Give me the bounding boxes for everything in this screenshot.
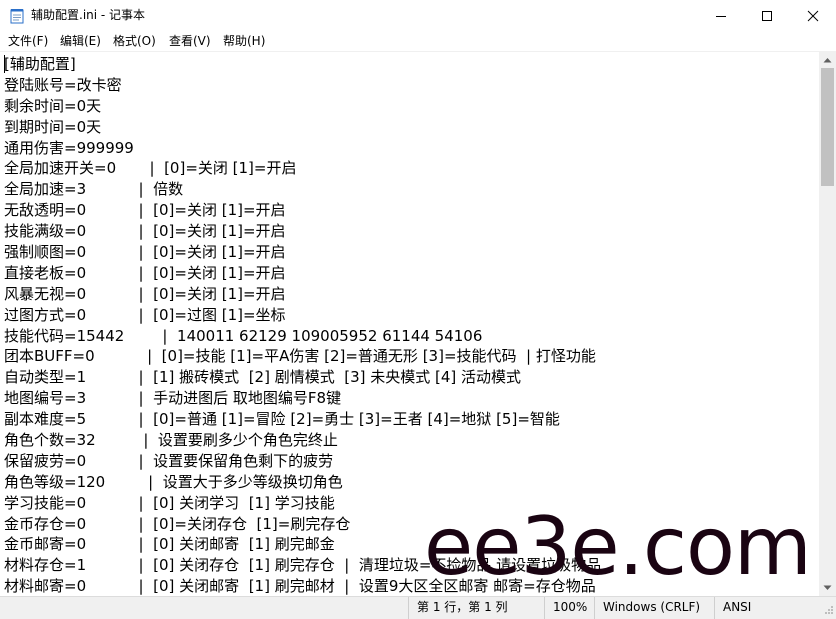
text-line: 登陆账号=改卡密 [4,75,122,94]
status-bar: 第 1 行，第 1 列 100% Windows (CRLF) ANSI [0,596,836,619]
line-ending: Windows (CRLF) [594,597,714,619]
maximize-button[interactable] [744,0,790,31]
text-line: 技能代码=15442 | 140011 62129 109005952 6114… [4,326,483,345]
text-line: 剩余时间=0天 [4,96,102,115]
close-icon [807,10,819,21]
text-line: 保留疲劳=0 | 设置要保留角色剩下的疲劳 [4,451,334,470]
minimize-icon [716,15,726,17]
menu-format[interactable]: 格式(O) [113,33,156,49]
maximize-icon [762,10,772,21]
zoom-level: 100% [544,597,594,619]
text-line: 风暴无视=0 | [0]=关闭 [1]=开启 [4,284,286,303]
watermark: ee3e.com [424,500,812,593]
title-bar[interactable]: 辅助配置.ini - 记事本 [0,0,836,31]
menu-edit[interactable]: 编辑(E) [60,33,101,49]
text-line: 团本BUFF=0 | [0]=技能 [1]=平A伤害 [2]=普通无形 [3]=… [4,347,596,366]
notepad-icon [10,9,24,24]
text-line: 通用伤害=999999 [4,138,134,157]
text-line: 全局加速=3 | 倍数 [4,180,184,199]
text-caret [4,55,5,73]
text-line: 副本难度=5 | [0]=普通 [1]=冒险 [2]=勇士 [3]=王者 [4]… [4,410,560,429]
cursor-position: 第 1 行，第 1 列 [408,597,544,619]
text-line: 过图方式=0 | [0]=过图 [1]=坐标 [4,305,286,324]
text-line: 直接老板=0 | [0]=关闭 [1]=开启 [4,263,286,282]
resize-grip-icon[interactable] [824,605,834,615]
text-line: 无敌透明=0 | [0]=关闭 [1]=开启 [4,201,286,220]
minimize-button[interactable] [698,0,744,31]
text-line: [辅助配置] [4,55,76,73]
encoding: ANSI [714,597,818,619]
chevron-down-icon [823,585,832,590]
text-line: 强制顺图=0 | [0]=关闭 [1]=开启 [4,243,286,262]
chevron-up-icon [823,57,832,62]
scroll-down-button[interactable] [819,579,836,596]
text-line: 全局加速开关=0 | [0]=关闭 [1]=开启 [4,159,297,178]
window-title: 辅助配置.ini - 记事本 [31,8,146,22]
menu-bar: 文件(F) 编辑(E) 格式(O) 查看(V) 帮助(H) [0,31,836,51]
scrollbar-thumb[interactable] [821,68,834,186]
menu-help[interactable]: 帮助(H) [223,33,265,49]
scroll-up-button[interactable] [819,51,836,68]
close-button[interactable] [790,0,836,31]
text-line: 角色个数=32 | 设置要刷多少个角色完终止 [4,431,338,450]
menu-file[interactable]: 文件(F) [8,33,48,49]
text-line: 自动类型=1 | [1] 搬砖模式 [2] 剧情模式 [3] 未央模式 [4] … [4,368,522,387]
menu-view[interactable]: 查看(V) [169,33,211,49]
text-line: 技能满级=0 | [0]=关闭 [1]=开启 [4,222,286,241]
text-line: 角色等级=120 | 设置大于多少等级换切角色 [4,472,343,491]
text-line: 到期时间=0天 [4,117,102,136]
text-line: 地图编号=3 | 手动进图后 取地图编号F8键 [4,389,342,408]
